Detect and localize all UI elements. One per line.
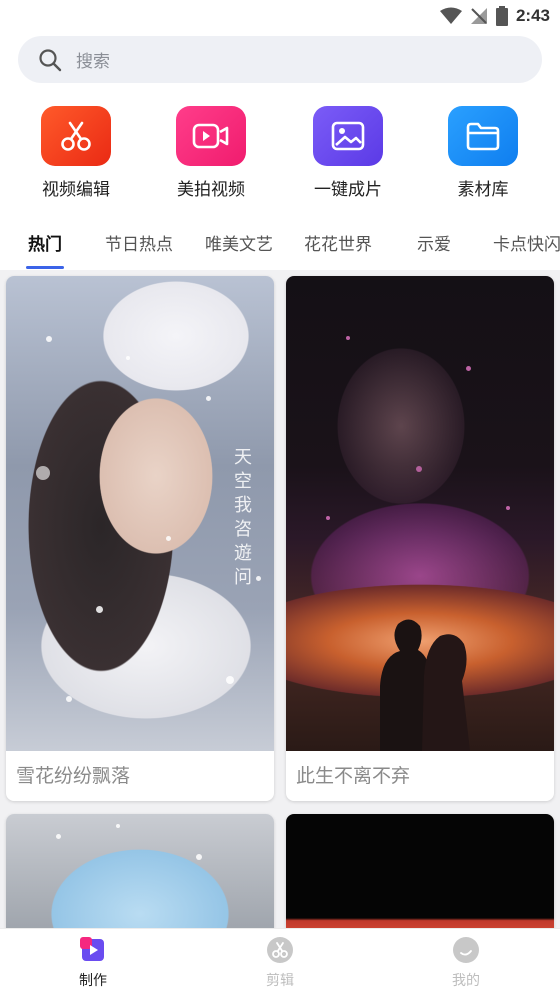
template-title: 此生不离不弃	[296, 765, 411, 787]
tab-hot[interactable]: 热门	[28, 230, 62, 255]
folder-icon	[448, 106, 518, 166]
nav-label: 我的	[452, 973, 480, 989]
no-signal-icon	[470, 8, 487, 24]
tab-flower-world[interactable]: 花花世界	[304, 230, 372, 255]
category-tabs: 热门 节日热点 唯美文艺 花花世界 示爱 卡点快闪	[0, 218, 560, 270]
template-thumbnail	[286, 814, 554, 928]
search-icon	[39, 48, 62, 71]
template-thumbnail	[286, 276, 554, 751]
template-card[interactable]	[286, 814, 554, 928]
template-card[interactable]: 天空我咨遊问 雪花纷纷飘落	[6, 276, 274, 801]
nav-label: 制作	[79, 973, 107, 989]
template-card[interactable]	[6, 814, 274, 928]
wifi-icon	[439, 7, 462, 24]
tab-indicator	[26, 266, 64, 269]
quick-action-label: 一键成片	[314, 180, 382, 200]
nav-profile[interactable]: 我的	[426, 937, 506, 990]
quick-action-one-click[interactable]: 一键成片	[288, 106, 408, 200]
quick-actions: 视频编辑 美拍视频 一键成片 素材库	[0, 106, 560, 206]
quick-action-material-library[interactable]: 素材库	[423, 106, 543, 200]
couple-silhouette	[380, 619, 470, 751]
template-feed[interactable]: 天空我咨遊问 雪花纷纷飘落 此生不离不弃	[0, 270, 560, 928]
status-icons: 2:43	[439, 5, 550, 27]
tab-love[interactable]: 示爱	[417, 230, 451, 255]
nav-label: 剪辑	[266, 973, 294, 989]
search-placeholder: 搜索	[76, 52, 110, 72]
template-thumbnail	[6, 814, 274, 928]
quick-action-video-edit[interactable]: 视频编辑	[16, 106, 136, 200]
scissors-icon	[267, 937, 293, 963]
template-title: 雪花纷纷飘落	[16, 765, 131, 787]
tab-beat-flash[interactable]: 卡点快闪	[493, 230, 560, 255]
status-time: 2:43	[515, 6, 550, 25]
status-bar: 2:43	[0, 0, 560, 32]
video-camera-icon	[176, 106, 246, 166]
bottom-nav: 制作 剪辑 我的	[0, 928, 560, 996]
tab-aesthetic[interactable]: 唯美文艺	[205, 230, 273, 255]
tab-festival[interactable]: 节日热点	[105, 230, 173, 255]
image-icon	[313, 106, 383, 166]
quick-action-label: 美拍视频	[177, 180, 245, 200]
nav-make[interactable]: 制作	[53, 937, 133, 990]
quick-action-label: 视频编辑	[42, 180, 110, 200]
nav-edit[interactable]: 剪辑	[240, 937, 320, 990]
template-card[interactable]: 此生不离不弃	[286, 276, 554, 801]
scissors-icon	[41, 106, 111, 166]
battery-icon	[495, 6, 508, 26]
search-bar[interactable]: 搜索	[18, 36, 542, 83]
template-thumbnail: 天空我咨遊问	[6, 276, 274, 751]
quick-action-label: 素材库	[457, 180, 509, 200]
thumbnail-overlay-text: 天空我咨遊问	[234, 447, 252, 588]
quick-action-meipai-video[interactable]: 美拍视频	[151, 106, 271, 200]
make-icon	[80, 937, 106, 963]
profile-icon	[453, 937, 479, 963]
